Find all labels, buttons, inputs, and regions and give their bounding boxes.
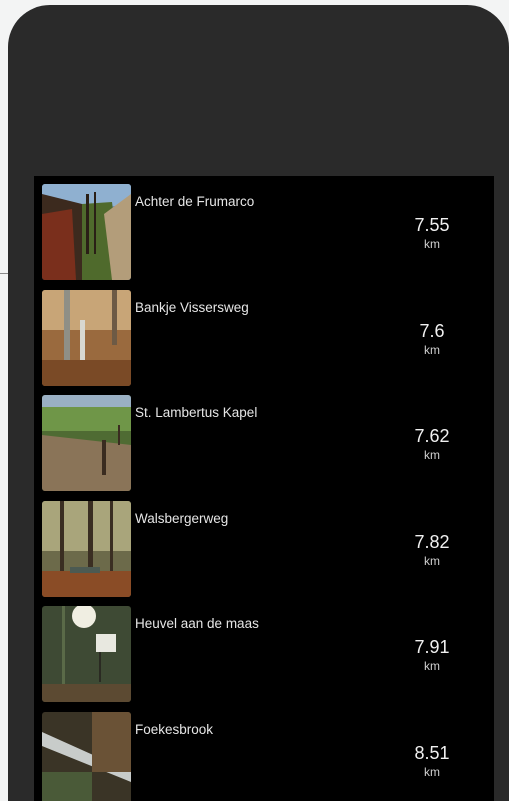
route-name: Foekesbrook	[135, 722, 214, 737]
route-distance: 7.6 km	[402, 320, 462, 358]
route-list-item[interactable]: Foekesbrook 8.51 km	[34, 708, 494, 801]
distance-value: 7.82	[414, 532, 450, 552]
route-list-item[interactable]: Achter de Frumarco 7.55 km	[34, 180, 494, 280]
route-list-item[interactable]: Bankje Vissersweg 7.6 km	[34, 286, 494, 386]
signboard-sunlight-photo	[42, 606, 131, 702]
route-list-item[interactable]: Heuvel aan de maas 7.91 km	[34, 602, 494, 702]
distance-unit: km	[424, 659, 440, 673]
bench-in-forest-photo	[42, 501, 131, 597]
distance-unit: km	[424, 765, 440, 779]
route-distance: 7.82 km	[402, 531, 462, 569]
stream-woods-photo	[42, 712, 131, 801]
route-list-item[interactable]: Walsbergerweg 7.82 km	[34, 497, 494, 597]
route-distance: 8.51 km	[402, 742, 462, 780]
distance-value: 7.91	[414, 637, 450, 657]
route-distance: 7.55 km	[402, 214, 462, 252]
distance-value: 7.6	[419, 321, 445, 341]
meadow-trail-photo	[42, 395, 131, 491]
route-name: Achter de Frumarco	[135, 194, 255, 209]
autumn-woods-photo	[42, 290, 131, 386]
route-distance: 7.62 km	[402, 425, 462, 463]
route-name: Bankje Vissersweg	[135, 300, 249, 315]
forest-path-photo	[42, 184, 131, 280]
route-name: St. Lambertus Kapel	[135, 405, 258, 420]
distance-unit: km	[424, 554, 440, 568]
route-list-item[interactable]: St. Lambertus Kapel 7.62 km	[34, 391, 494, 491]
route-name: Walsbergerweg	[135, 511, 229, 526]
distance-unit: km	[424, 237, 440, 251]
distance-value: 7.62	[414, 426, 450, 446]
route-distance: 7.91 km	[402, 636, 462, 674]
distance-value: 8.51	[414, 743, 450, 763]
distance-unit: km	[424, 448, 440, 462]
route-name: Heuvel aan de maas	[135, 616, 259, 631]
distance-unit: km	[424, 343, 440, 357]
route-list: Achter de Frumarco 7.55 km Bankje Visser…	[34, 176, 494, 801]
distance-value: 7.55	[414, 215, 450, 235]
